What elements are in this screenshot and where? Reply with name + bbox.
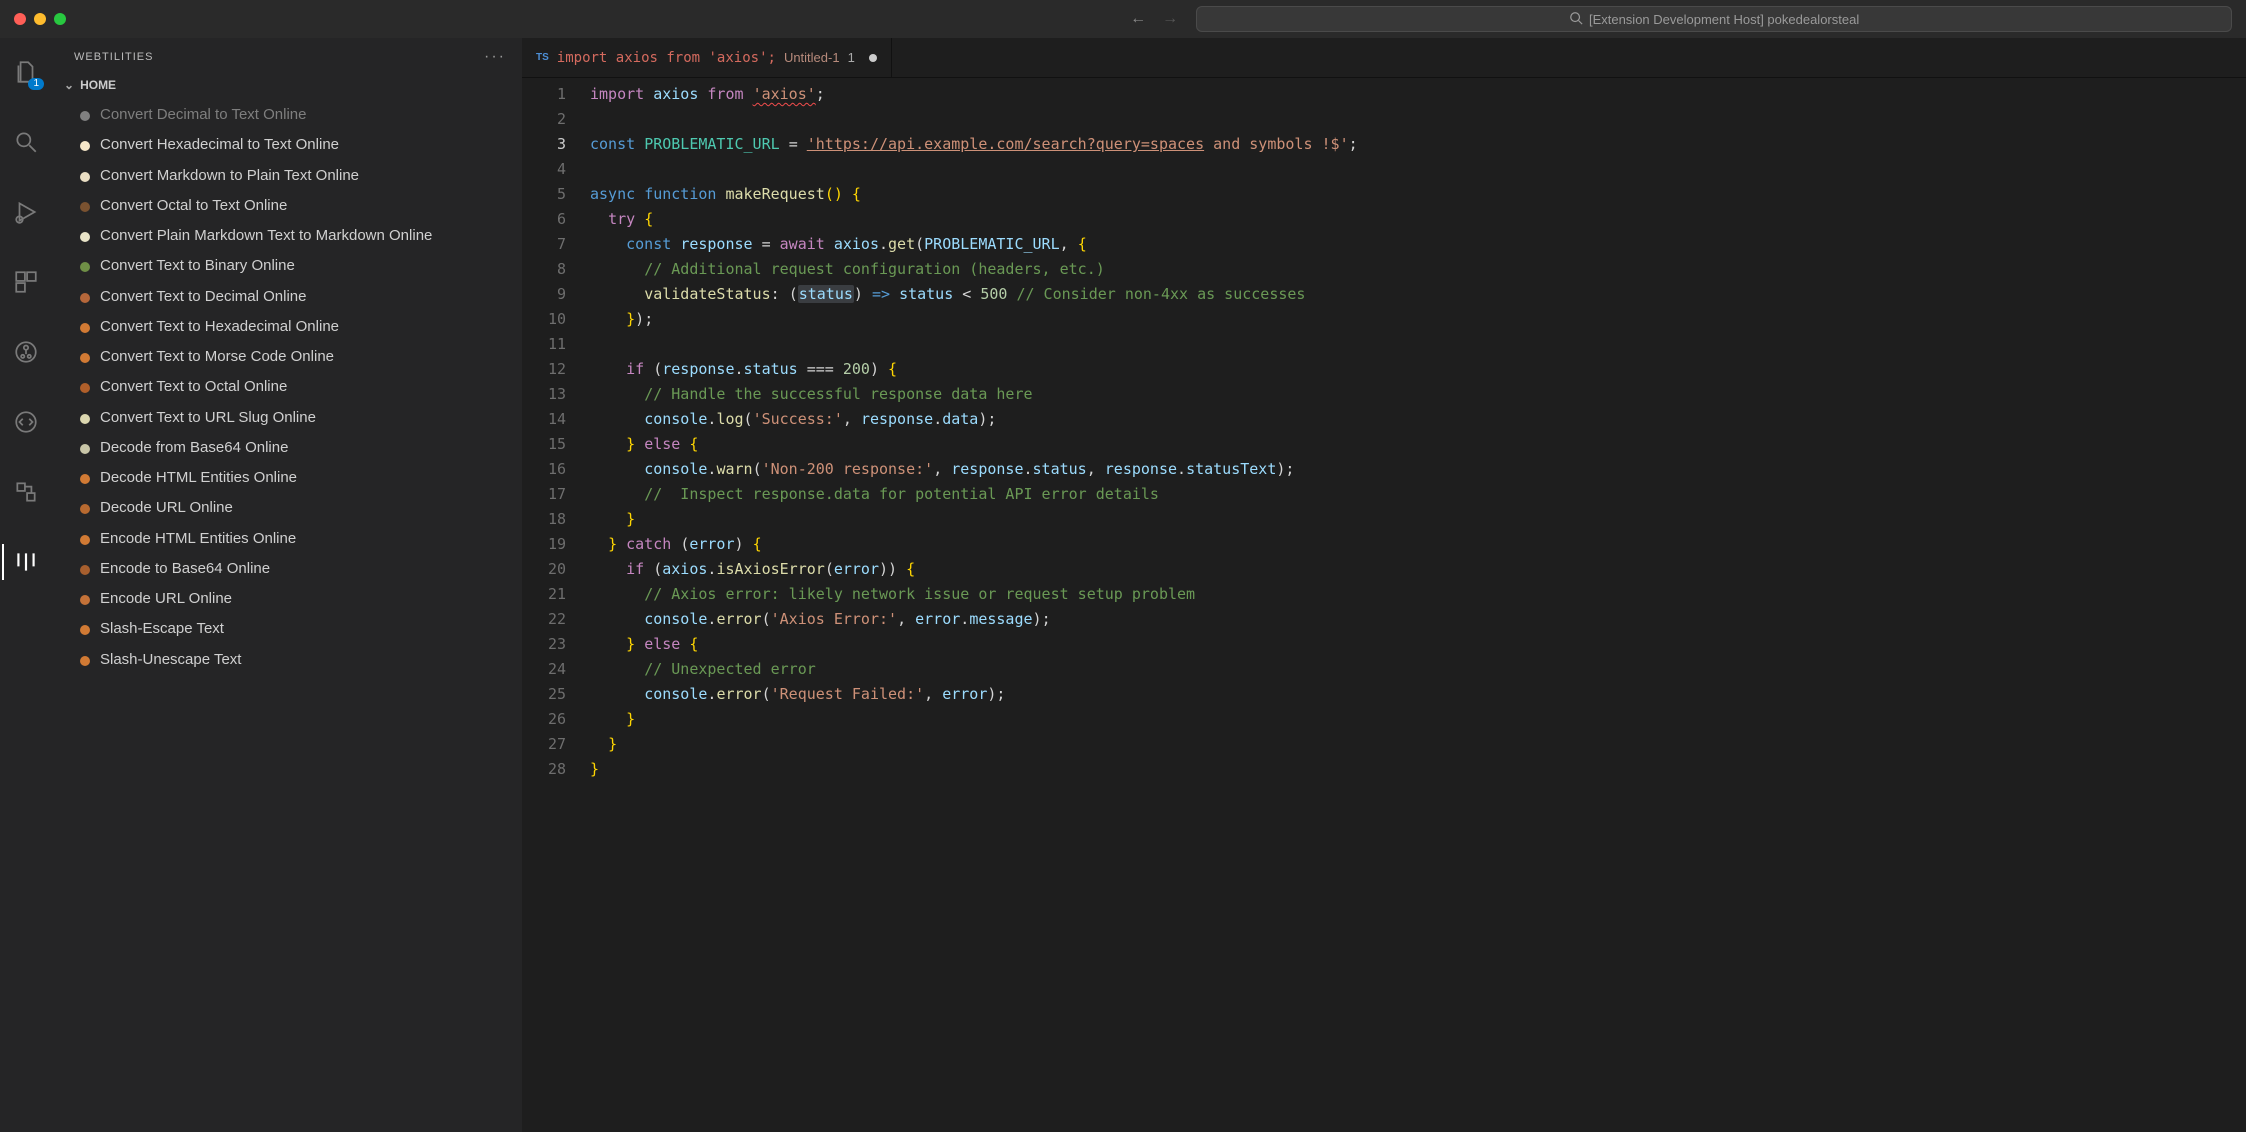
code-content[interactable]: import axios from 'axios'; const PROBLEM…	[580, 78, 2246, 1132]
command-center-search[interactable]: [Extension Development Host] pokedealors…	[1196, 6, 2232, 32]
minimize-window-button[interactable]	[34, 13, 46, 25]
sidebar-item[interactable]: Convert Decimal to Text Online	[70, 100, 512, 130]
sidebar-item[interactable]: Convert Hexadecimal to Text Online	[70, 130, 512, 160]
bullet-icon	[80, 656, 90, 666]
nav-arrows: ← →	[1130, 10, 1178, 28]
bullet-icon	[80, 444, 90, 454]
sidebar-item-label: Convert Text to Morse Code Online	[100, 347, 334, 367]
bullet-icon	[80, 172, 90, 182]
activity-webtilities[interactable]	[2, 538, 50, 586]
sidebar-item-label: Convert Text to Hexadecimal Online	[100, 317, 339, 337]
sidebar-section-home[interactable]: ⌄ HOME	[52, 72, 522, 98]
chevron-down-icon: ⌄	[64, 78, 74, 92]
maximize-window-button[interactable]	[54, 13, 66, 25]
sidebar-item-label: Decode URL Online	[100, 498, 233, 518]
activity-run-debug[interactable]	[2, 188, 50, 236]
explorer-badge: 1	[28, 78, 44, 90]
nav-back-icon[interactable]: ←	[1130, 10, 1146, 28]
bullet-icon	[80, 535, 90, 545]
sidebar-item-label: Convert Markdown to Plain Text Online	[100, 166, 359, 186]
bullet-icon	[80, 625, 90, 635]
tab-subtitle: Untitled-1	[784, 50, 840, 65]
sidebar-item[interactable]: Convert Markdown to Plain Text Online	[70, 161, 512, 191]
sidebar-more-icon[interactable]: ···	[484, 48, 506, 66]
sidebar-item-label: Convert Octal to Text Online	[100, 196, 287, 216]
close-window-button[interactable]	[14, 13, 26, 25]
activity-ports[interactable]	[2, 468, 50, 516]
sidebar-item[interactable]: Convert Text to URL Slug Online	[70, 403, 512, 433]
code-editor[interactable]: 1234567891011121314151617181920212223242…	[522, 78, 2246, 1132]
bullet-icon	[80, 323, 90, 333]
sidebar-item[interactable]: Decode HTML Entities Online	[70, 463, 512, 493]
sidebar-item[interactable]: Convert Plain Markdown Text to Markdown …	[70, 221, 512, 251]
sidebar-item[interactable]: Slash-Unescape Text	[70, 645, 512, 675]
activity-source-control[interactable]	[2, 328, 50, 376]
bullet-icon	[80, 504, 90, 514]
sidebar-item-label: Encode HTML Entities Online	[100, 529, 296, 549]
sidebar-item-label: Convert Text to Decimal Online	[100, 287, 306, 307]
sidebar: WEBTILITIES ··· ⌄ HOME Convert Decimal t…	[52, 38, 522, 1132]
sidebar-item[interactable]: Convert Text to Hexadecimal Online	[70, 312, 512, 342]
sidebar-item-label: Encode URL Online	[100, 589, 232, 609]
sidebar-item-label: Convert Plain Markdown Text to Markdown …	[100, 226, 432, 246]
bullet-icon	[80, 474, 90, 484]
title-bar: ← → [Extension Development Host] pokedea…	[0, 0, 2246, 38]
tab-bar: TS import axios from 'axios'; Untitled-1…	[522, 38, 2246, 78]
sidebar-title: WEBTILITIES	[74, 51, 153, 63]
bullet-icon	[80, 293, 90, 303]
sidebar-item[interactable]: Convert Text to Octal Online	[70, 372, 512, 402]
sidebar-item[interactable]: Convert Text to Binary Online	[70, 251, 512, 281]
dirty-indicator-icon	[869, 54, 877, 62]
sidebar-item-label: Convert Text to Binary Online	[100, 256, 295, 276]
sidebar-item-label: Convert Hexadecimal to Text Online	[100, 135, 339, 155]
language-badge: TS	[536, 52, 549, 63]
nav-forward-icon[interactable]: →	[1162, 10, 1178, 28]
activity-explorer[interactable]: 1	[2, 48, 50, 96]
sidebar-list[interactable]: Convert Decimal to Text Online Convert He…	[52, 98, 522, 695]
sidebar-item[interactable]: Convert Text to Decimal Online	[70, 282, 512, 312]
sidebar-item-label: Convert Text to Octal Online	[100, 377, 287, 397]
sidebar-item[interactable]: Decode from Base64 Online	[70, 433, 512, 463]
tab-number: 1	[848, 50, 855, 65]
activity-extensions[interactable]	[2, 258, 50, 306]
bullet-icon	[80, 595, 90, 605]
sidebar-item-label: Decode HTML Entities Online	[100, 468, 297, 488]
tab-title: import axios from 'axios';	[557, 50, 776, 66]
sidebar-item-label: Convert Decimal to Text Online	[100, 105, 306, 125]
sidebar-item-label: Convert Text to URL Slug Online	[100, 408, 316, 428]
sidebar-item[interactable]: Encode URL Online	[70, 584, 512, 614]
window-controls	[14, 13, 66, 25]
sidebar-item-label: Slash-Escape Text	[100, 619, 224, 639]
bullet-icon	[80, 141, 90, 151]
activity-remote[interactable]	[2, 398, 50, 446]
bullet-icon	[80, 383, 90, 393]
sidebar-item[interactable]: Slash-Escape Text	[70, 614, 512, 644]
bullet-icon	[80, 202, 90, 212]
sidebar-section-label: HOME	[80, 78, 116, 92]
sidebar-item-label: Encode to Base64 Online	[100, 559, 270, 579]
search-icon	[1569, 11, 1583, 28]
line-gutter: 1234567891011121314151617181920212223242…	[522, 78, 580, 1132]
bullet-icon	[80, 565, 90, 575]
editor-group: TS import axios from 'axios'; Untitled-1…	[522, 38, 2246, 1132]
sidebar-item-label: Slash-Unescape Text	[100, 650, 241, 670]
bullet-icon	[80, 353, 90, 363]
sidebar-item-label: Decode from Base64 Online	[100, 438, 288, 458]
activity-bar: 1	[0, 38, 52, 1132]
sidebar-item[interactable]: Encode HTML Entities Online	[70, 524, 512, 554]
sidebar-item[interactable]: Encode to Base64 Online	[70, 554, 512, 584]
bullet-icon	[80, 262, 90, 272]
sidebar-item[interactable]: Decode URL Online	[70, 493, 512, 523]
sidebar-item[interactable]: Convert Text to Morse Code Online	[70, 342, 512, 372]
search-placeholder: [Extension Development Host] pokedealors…	[1589, 12, 1859, 27]
bullet-icon	[80, 414, 90, 424]
activity-search[interactable]	[2, 118, 50, 166]
sidebar-item[interactable]: Convert Octal to Text Online	[70, 191, 512, 221]
bullet-icon	[80, 232, 90, 242]
bullet-icon	[80, 111, 90, 121]
editor-tab[interactable]: TS import axios from 'axios'; Untitled-1…	[522, 38, 892, 77]
